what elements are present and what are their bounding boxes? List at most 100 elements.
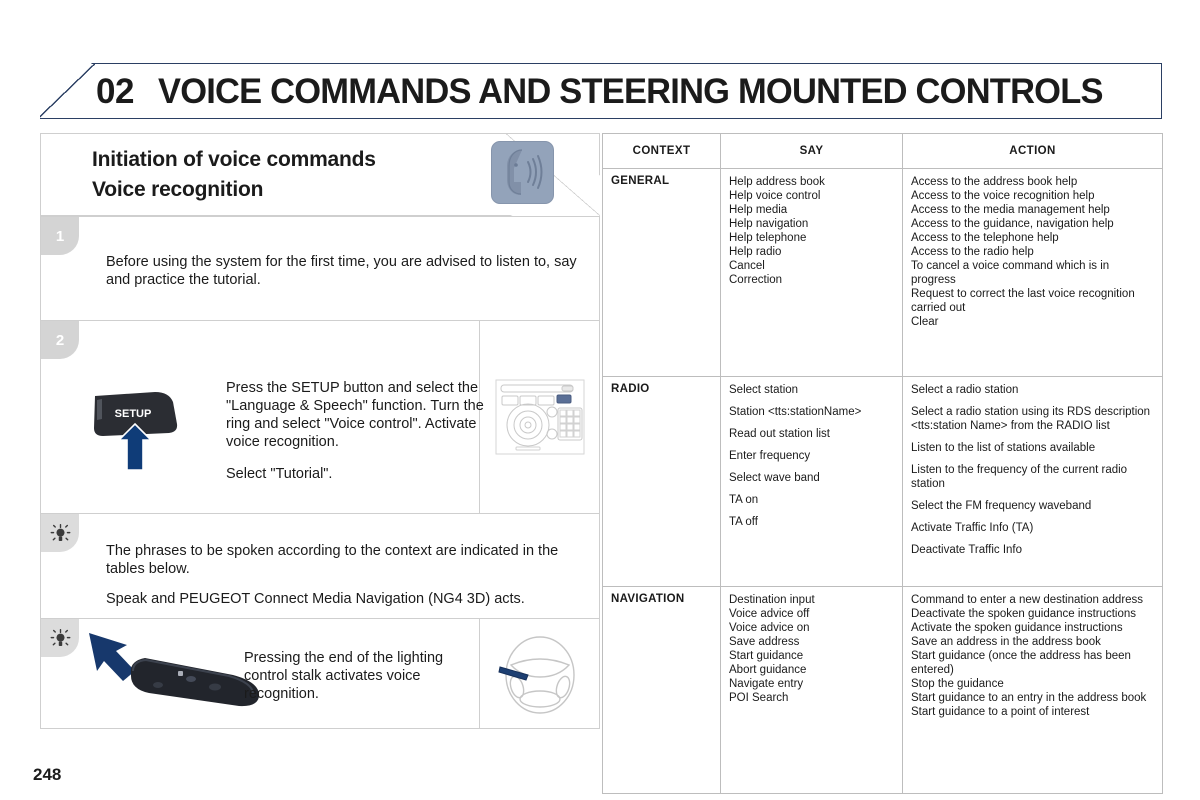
table-header-row: CONTEXT SAY ACTION xyxy=(602,133,1163,169)
action-item: Access to the guidance, navigation help xyxy=(911,218,1114,230)
column-header-action: ACTION xyxy=(902,133,1163,169)
action-cell: Select a radio station Select a radio st… xyxy=(902,376,1163,587)
tip-row-2: Pressing the end of the lighting control… xyxy=(40,619,600,729)
column-header-context: CONTEXT xyxy=(602,133,721,169)
step-1-main: Before using the system for the first ti… xyxy=(41,217,599,320)
action-item: Request to correct the last voice recogn… xyxy=(911,288,1135,314)
say-item: Voice advice on xyxy=(729,622,810,634)
step-badge-1: 1 xyxy=(41,217,79,255)
action-item: Select a radio station using its RDS des… xyxy=(911,406,1151,432)
tip-badge-1 xyxy=(41,514,79,552)
context-cell: GENERAL xyxy=(602,168,721,377)
tip-badge-2 xyxy=(41,619,79,657)
context-cell: NAVIGATION xyxy=(602,586,721,794)
action-item: Access to the address book help xyxy=(911,176,1078,188)
chapter-header-inner: 02 VOICE COMMANDS AND STEERING MOUNTED C… xyxy=(40,64,1161,118)
action-item: Deactivate the spoken guidance instructi… xyxy=(911,608,1137,620)
table-row: NAVIGATION Destination input Voice advic… xyxy=(602,586,1163,794)
steering-wheel-illustration xyxy=(497,635,575,714)
say-item: Start guidance xyxy=(729,650,804,662)
say-item: Save address xyxy=(729,636,800,648)
chapter-header-banner: 02 VOICE COMMANDS AND STEERING MOUNTED C… xyxy=(40,63,1162,119)
action-item: Listen to the list of stations available xyxy=(911,442,1096,454)
action-item: Access to the media management help xyxy=(911,204,1110,216)
voice-command-table-wrapper: CONTEXT SAY ACTION GENERAL Help address … xyxy=(602,133,1163,794)
action-item: Select the FM frequency waveband xyxy=(911,500,1092,512)
step-2-text-block-1: Press the SETUP button and select the "L… xyxy=(226,380,484,450)
table-body: GENERAL Help address book Help voice con… xyxy=(602,168,1163,794)
section-title-text: Initiation of voice commands Voice recog… xyxy=(92,145,376,205)
section-title-panel: Initiation of voice commands Voice recog… xyxy=(40,133,600,216)
tip-1-main: The phrases to be spoken according to th… xyxy=(41,514,599,618)
page-number: 248 xyxy=(33,765,62,784)
say-item: Help media xyxy=(729,204,788,216)
section-title-line-2: Voice recognition xyxy=(92,178,264,201)
tip-1-text-block-2: Speak and PEUGEOT Connect Media Navigati… xyxy=(106,591,525,607)
action-item: To cancel a voice command which is in pr… xyxy=(911,260,1110,286)
action-item: Save an address in the address book xyxy=(911,636,1101,648)
say-item: Abort guidance xyxy=(729,664,807,676)
column-header-say: SAY xyxy=(720,133,903,169)
voice-recognition-icon xyxy=(491,141,554,204)
say-item: Enter frequency xyxy=(729,450,811,462)
say-item: TA on xyxy=(729,494,759,506)
action-item: Activate Traffic Info (TA) xyxy=(911,522,1034,534)
action-cell: Access to the address book help Access t… xyxy=(902,168,1163,377)
action-item: Start guidance to an entry in the addres… xyxy=(911,692,1147,704)
action-item: Deactivate Traffic Info xyxy=(911,544,1023,556)
chapter-title: VOICE COMMANDS AND STEERING MOUNTED CONT… xyxy=(157,71,1103,111)
tip-row-1: The phrases to be spoken according to th… xyxy=(40,514,600,619)
action-item: Clear xyxy=(911,316,939,328)
say-item: Navigate entry xyxy=(729,678,804,690)
step-1-text: Before using the system for the first ti… xyxy=(106,254,577,288)
action-item: Command to enter a new destination addre… xyxy=(911,594,1144,606)
step-2-text: Press the SETUP button and select the "L… xyxy=(226,379,486,483)
step-row-1: 1 Before using the system for the first … xyxy=(40,216,600,321)
action-item: Start guidance (once the address has bee… xyxy=(911,650,1131,676)
action-item: Start guidance to a point of interest xyxy=(911,706,1090,718)
action-item: Stop the guidance xyxy=(911,678,1004,690)
tip-2-main: Pressing the end of the lighting control… xyxy=(41,619,479,728)
action-item: Listen to the frequency of the current r… xyxy=(911,464,1128,490)
action-cell: Command to enter a new destination addre… xyxy=(902,586,1163,794)
action-item: Access to the telephone help xyxy=(911,232,1059,244)
say-item: Help radio xyxy=(729,246,782,258)
light-bulb-icon xyxy=(50,523,70,541)
say-item: Voice advice off xyxy=(729,608,810,620)
say-item: Help address book xyxy=(729,176,825,188)
step-2-main: SETUP Press the SETUP button and select … xyxy=(41,321,484,513)
radio-head-unit-illustration xyxy=(495,379,584,455)
say-item: Select wave band xyxy=(729,472,820,484)
table-row: GENERAL Help address book Help voice con… xyxy=(602,168,1163,377)
say-item: Cancel xyxy=(729,260,765,272)
step-2-text-block-2: Select "Tutorial". xyxy=(226,466,333,482)
chapter-number: 02 xyxy=(96,71,134,111)
step-2-side-figure xyxy=(479,321,599,513)
say-item: TA off xyxy=(729,516,758,528)
left-content-column: Initiation of voice commands Voice recog… xyxy=(40,133,600,758)
say-item: Destination input xyxy=(729,594,815,606)
tip-1-text: The phrases to be spoken according to th… xyxy=(106,542,596,608)
action-item: Activate the spoken guidance instruction… xyxy=(911,622,1123,634)
voice-command-table: CONTEXT SAY ACTION GENERAL Help address … xyxy=(602,133,1163,794)
context-cell: RADIO xyxy=(602,376,721,587)
say-item: POI Search xyxy=(729,692,789,704)
say-cell: Help address book Help voice control Hel… xyxy=(720,168,903,377)
say-cell: Destination input Voice advice off Voice… xyxy=(720,586,903,794)
say-item: Correction xyxy=(729,274,783,286)
step-row-2: 2 SETUP Press the SETUP button and selec… xyxy=(40,321,600,514)
step-badge-2: 2 xyxy=(41,321,79,359)
tip-2-text: Pressing the end of the lighting control… xyxy=(244,650,444,702)
action-item: Access to the voice recognition help xyxy=(911,190,1095,202)
say-item: Help telephone xyxy=(729,232,807,244)
say-item: Station <tts:stationName> xyxy=(729,406,862,418)
setup-button-label: SETUP xyxy=(115,408,152,420)
tip-2-side-figure xyxy=(479,619,599,728)
tip-1-text-block-1: The phrases to be spoken according to th… xyxy=(106,543,559,577)
setup-button-illustration: SETUP xyxy=(89,384,219,474)
say-cell: Select station Station <tts:stationName>… xyxy=(720,376,903,587)
action-item: Select a radio station xyxy=(911,384,1019,396)
section-title-line-1: Initiation of voice commands xyxy=(92,148,376,171)
say-item: Read out station list xyxy=(729,428,831,440)
light-bulb-icon xyxy=(50,628,70,646)
